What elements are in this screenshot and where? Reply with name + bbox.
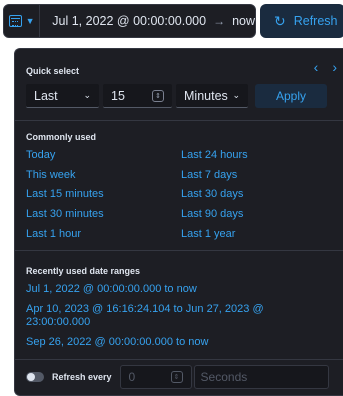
recent-range-item[interactable]: Jul 1, 2022 @ 00:00:00.000 to now — [26, 283, 326, 296]
calendar-icon — [8, 15, 22, 27]
recent-range-item[interactable]: Sep 26, 2022 @ 00:00:00.000 to now — [26, 336, 326, 349]
refresh-icon: ↻ — [274, 12, 286, 29]
chevron-down-icon: ▼ — [25, 16, 35, 26]
common-last-30-minutes[interactable]: Last 30 minutes — [26, 208, 104, 220]
common-last-90-days[interactable]: Last 90 days — [181, 208, 243, 220]
tense-value: Last — [34, 88, 58, 103]
common-last-1-year[interactable]: Last 1 year — [181, 228, 235, 240]
divider — [15, 359, 343, 360]
common-last-1-hour[interactable]: Last 1 hour — [26, 228, 81, 240]
quick-select-title: Quick select — [26, 66, 80, 76]
end-date[interactable]: now — [232, 14, 255, 28]
refresh-every-label: Refresh every — [52, 372, 112, 382]
super-date-picker: ▼ Jul 1, 2022 @ 00:00:00.000 → now — [3, 4, 256, 38]
common-last-30-days[interactable]: Last 30 days — [181, 188, 243, 200]
refresh-interval-input[interactable]: 0 ⇕ — [119, 365, 192, 389]
quick-select-row: Last ⌄ 15 ⇕ Minutes ⌄ Apply — [26, 84, 327, 108]
chevron-down-icon: ⌄ — [83, 90, 91, 100]
chevron-down-icon: ⌄ — [232, 90, 240, 100]
arrow-right-icon: → — [213, 14, 226, 28]
common-last-15-minutes[interactable]: Last 15 minutes — [26, 188, 104, 200]
stepper-icon[interactable]: ⇕ — [170, 371, 183, 383]
common-last-7-days[interactable]: Last 7 days — [181, 169, 237, 181]
date-picker-bar: ▼ Jul 1, 2022 @ 00:00:00.000 → now ↻ Ref… — [0, 0, 343, 42]
recent-range-item[interactable]: Apr 10, 2023 @ 16:16:24.104 to Jun 27, 2… — [26, 303, 326, 329]
quantity-value: 15 — [111, 88, 125, 103]
tense-select[interactable]: Last ⌄ — [26, 84, 99, 108]
refresh-unit-select[interactable]: Seconds — [193, 365, 329, 389]
quantity-input[interactable]: 15 ⇕ — [103, 84, 172, 108]
divider — [15, 250, 343, 251]
quick-select-nav: ‹ › — [314, 59, 337, 75]
unit-value: Minutes — [184, 88, 228, 103]
quick-menu-button[interactable]: ▼ — [4, 5, 41, 37]
common-today[interactable]: Today — [26, 149, 55, 161]
refresh-interval-value: 0 — [128, 370, 136, 384]
refresh-interval-row: Refresh every 0 ⇕ Seconds — [26, 365, 329, 389]
stepper-icon[interactable]: ⇕ — [152, 89, 164, 102]
refresh-button-label: Refresh — [293, 14, 338, 28]
previous-icon[interactable]: ‹ — [314, 59, 319, 75]
date-range: Jul 1, 2022 @ 00:00:00.000 → now — [40, 14, 255, 28]
refresh-toggle[interactable] — [26, 372, 44, 382]
refresh-unit-placeholder: Seconds — [200, 370, 248, 384]
commonly-used-title: Commonly used — [26, 132, 97, 142]
apply-button[interactable]: Apply — [255, 84, 327, 108]
refresh-button[interactable]: ↻ Refresh — [260, 4, 343, 38]
divider — [15, 120, 343, 121]
start-date[interactable]: Jul 1, 2022 @ 00:00:00.000 — [52, 14, 206, 28]
quick-select-popover: Quick select ‹ › Last ⌄ 15 ⇕ Minutes ⌄ A… — [14, 48, 343, 396]
common-last-24-hours[interactable]: Last 24 hours — [181, 149, 248, 161]
next-icon[interactable]: › — [332, 59, 337, 75]
common-this-week[interactable]: This week — [26, 169, 76, 181]
recent-ranges-title: Recently used date ranges — [26, 266, 141, 276]
unit-select[interactable]: Minutes ⌄ — [176, 84, 248, 108]
